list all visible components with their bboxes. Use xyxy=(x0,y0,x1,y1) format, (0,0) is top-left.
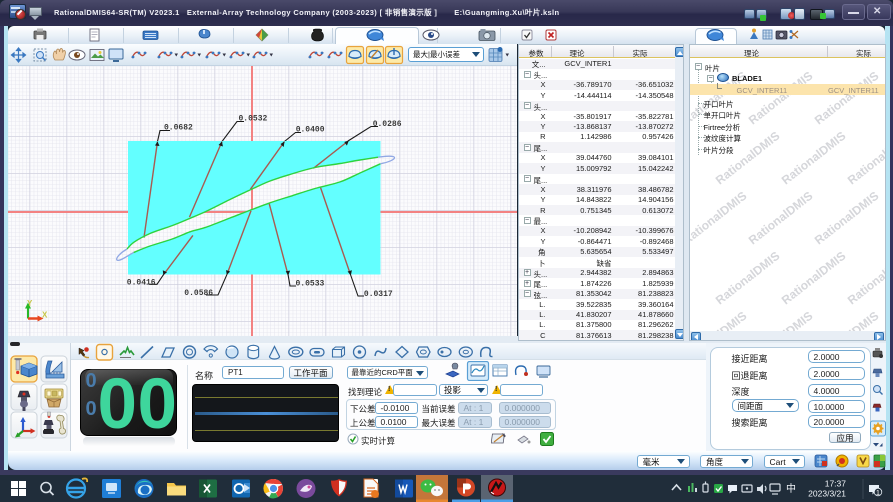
svg-text:Y: Y xyxy=(27,299,33,308)
svg-text:0.0416: 0.0416 xyxy=(127,278,156,287)
svg-text:0.0317: 0.0317 xyxy=(364,290,393,299)
svg-text:0.0400: 0.0400 xyxy=(296,126,325,135)
svg-text:17:37: 17:37 xyxy=(825,479,847,489)
svg-text:2023/3/21: 2023/3/21 xyxy=(808,489,846,499)
svg-text:X: X xyxy=(42,311,48,320)
svg-text:中: 中 xyxy=(786,482,796,495)
svg-text:0.0532: 0.0532 xyxy=(239,115,268,124)
svg-text:1: 1 xyxy=(876,490,880,497)
svg-text:0.0586: 0.0586 xyxy=(184,289,213,298)
svg-text:0.0533: 0.0533 xyxy=(296,280,325,289)
svg-text:0.0286: 0.0286 xyxy=(373,120,402,129)
svg-text:0.0682: 0.0682 xyxy=(164,124,193,133)
